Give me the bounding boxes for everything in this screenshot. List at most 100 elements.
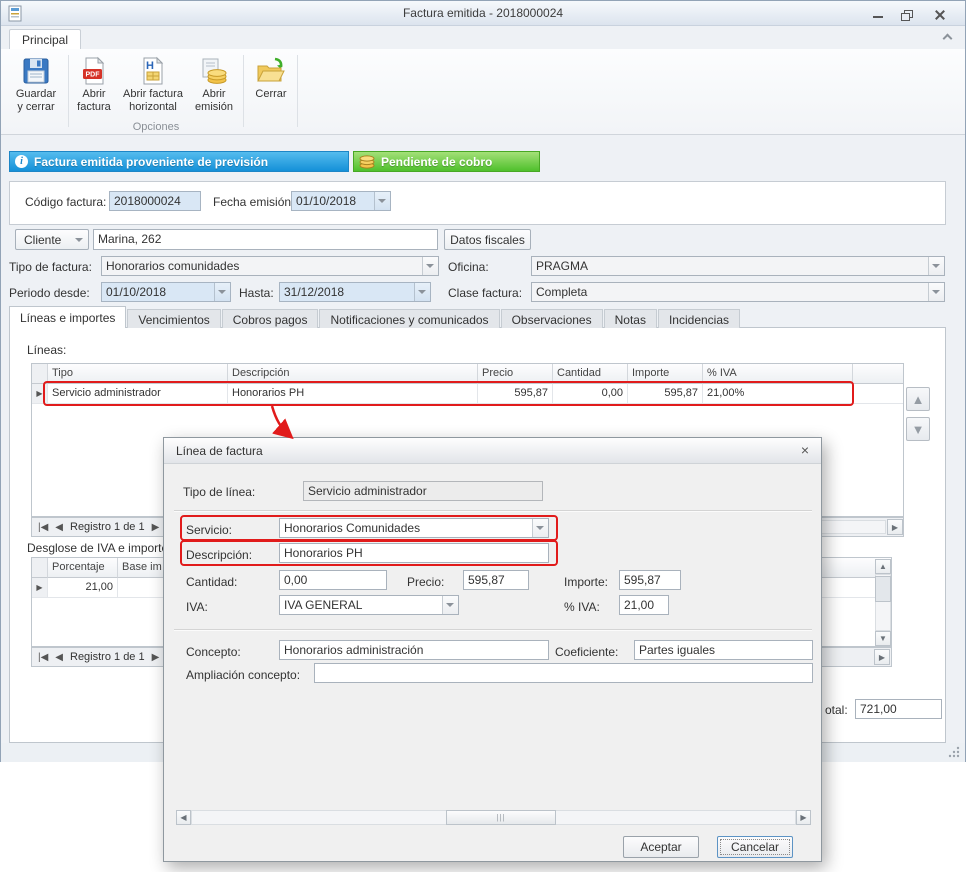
abrir-factura-button[interactable]: PDF Abrir factura [71, 53, 117, 125]
column-header[interactable]: Descripción [228, 364, 478, 384]
datos-fiscales-button[interactable]: Datos fiscales [444, 229, 531, 250]
tab-incidencias[interactable]: Incidencias [658, 309, 740, 328]
column-header[interactable]: Porcentaje [48, 558, 118, 578]
cliente-field[interactable]: Marina, 262 [93, 229, 438, 250]
dropdown-zone[interactable] [928, 257, 944, 275]
iva-field[interactable]: IVA GENERAL [279, 595, 459, 615]
cliente-split-button[interactable]: Cliente [15, 229, 89, 250]
concepto-field[interactable]: Honorarios administración [279, 640, 549, 660]
move-row-down-button[interactable]: ▼ [906, 417, 930, 441]
record-counter: Registro 1 de 1 [70, 651, 145, 663]
guardar-y-cerrar-button[interactable]: Guardar y cerrar [7, 53, 65, 125]
tab-vencimientos[interactable]: Vencimientos [127, 309, 220, 328]
scroll-down-button[interactable]: ▼ [875, 631, 891, 646]
pct-iva-field[interactable]: 21,00 [619, 595, 669, 615]
descripcion-label: Descripción: [186, 548, 252, 562]
servicio-field[interactable]: Honorarios Comunidades [279, 518, 549, 538]
column-header[interactable]: Importe [628, 364, 703, 384]
nav-first-icon[interactable]: |◀ [38, 522, 48, 533]
importe-total-field[interactable]: 721,00 [855, 699, 942, 719]
scroll-right-button[interactable]: ▶ [796, 810, 811, 825]
cell-descripcion[interactable]: Honorarios PH [228, 384, 478, 404]
dropdown-zone[interactable] [414, 283, 430, 301]
tab-notificaciones[interactable]: Notificaciones y comunicados [319, 309, 499, 328]
cantidad-label: Cantidad: [186, 575, 237, 589]
nav-prev-icon[interactable]: ◀ [55, 522, 63, 533]
cantidad-field[interactable]: 0,00 [279, 570, 387, 590]
ampliacion-concepto-field[interactable] [314, 663, 813, 683]
table-row: ▶ Servicio administrador Honorarios PH 5… [32, 384, 903, 404]
scroll-up-button[interactable]: ▲ [875, 559, 891, 574]
move-row-up-button[interactable]: ▲ [906, 387, 930, 411]
concepto-label: Concepto: [186, 645, 241, 659]
hasta-field[interactable]: 31/12/2018 [279, 282, 431, 302]
tab-notas[interactable]: Notas [604, 309, 657, 328]
oficina-label: Oficina: [448, 260, 489, 274]
cell-importe[interactable]: 595,87 [628, 384, 703, 404]
scroll-right-button[interactable]: ▶ [874, 649, 890, 665]
precio-field[interactable]: 595,87 [463, 570, 529, 590]
dropdown-zone[interactable] [442, 596, 458, 614]
abrir-emision-button[interactable]: Abrir emisión [189, 53, 239, 125]
cerrar-button[interactable]: Cerrar [247, 53, 295, 125]
tab-lineas-e-importes[interactable]: Líneas e importes [9, 306, 126, 328]
column-header[interactable]: Tipo [48, 364, 228, 384]
cell-porcentaje[interactable]: 21,00 [48, 578, 118, 598]
right-arrow-icon: ▶ [892, 523, 898, 532]
tab-observaciones[interactable]: Observaciones [501, 309, 603, 328]
abrir-factura-horizontal-button[interactable]: H Abrir factura horizontal [119, 53, 187, 125]
column-header[interactable]: % IVA [703, 364, 853, 384]
tab-cobros-pagos[interactable]: Cobros pagos [222, 309, 319, 328]
cell-precio[interactable]: 595,87 [478, 384, 553, 404]
descripcion-field[interactable]: Honorarios PH [279, 543, 549, 563]
tipo-factura-field[interactable]: Honorarios comunidades [101, 256, 439, 276]
row-selector-marker[interactable]: ▶ [32, 384, 48, 404]
cell-iva[interactable]: 21,00% [703, 384, 853, 404]
fecha-emision-field[interactable]: 01/10/2018 [291, 191, 391, 211]
row-selector-marker[interactable]: ▶ [32, 578, 48, 598]
cell-tipo[interactable]: Servicio administrador [48, 384, 228, 404]
importe-total-label: otal: [825, 703, 848, 717]
nav-first-icon[interactable]: |◀ [38, 652, 48, 663]
ribbon-tab-principal[interactable]: Principal [9, 29, 81, 50]
coins-icon [199, 56, 229, 86]
dropdown-zone[interactable] [532, 519, 548, 537]
nav-prev-icon[interactable]: ◀ [55, 652, 63, 663]
scroll-right-button[interactable]: ▶ [887, 519, 903, 535]
vertical-scrollbar-thumb[interactable] [875, 576, 891, 602]
codigo-factura-field[interactable]: 2018000024 [109, 191, 201, 211]
save-icon [21, 56, 51, 86]
nav-next-icon[interactable]: ▶ [152, 522, 160, 533]
importe-field[interactable]: 595,87 [619, 570, 681, 590]
minimize-button[interactable] [867, 7, 889, 22]
column-header[interactable]: Cantidad [553, 364, 628, 384]
scroll-left-button[interactable]: ◀ [176, 810, 191, 825]
chevron-down-icon [932, 264, 940, 268]
column-header-filler [853, 364, 903, 384]
close-button[interactable] [929, 7, 951, 22]
coeficiente-field[interactable]: Partes iguales [634, 640, 813, 660]
dropdown-zone[interactable] [374, 192, 390, 210]
lineas-label: Líneas: [27, 343, 66, 357]
horizontal-scrollbar-thumb[interactable]: ||| [446, 810, 556, 825]
collapse-ribbon-icon[interactable] [943, 34, 953, 44]
periodo-desde-label: Periodo desde: [9, 286, 90, 300]
dialog-close-icon[interactable]: × [801, 442, 809, 458]
chevron-down-icon [446, 603, 454, 607]
resize-grip[interactable] [947, 745, 960, 758]
cell-cantidad[interactable]: 0,00 [553, 384, 628, 404]
column-header[interactable]: Precio [478, 364, 553, 384]
dropdown-zone[interactable] [928, 283, 944, 301]
clase-factura-field[interactable]: Completa [531, 282, 945, 302]
coeficiente-label: Coeficiente: [555, 645, 618, 659]
cancelar-button[interactable]: Cancelar [717, 836, 793, 858]
dropdown-zone[interactable] [214, 283, 230, 301]
ribbon-group-caption: Opciones [71, 121, 241, 133]
oficina-field[interactable]: PRAGMA [531, 256, 945, 276]
restore-button[interactable] [897, 7, 919, 22]
ribbon-separator [68, 55, 69, 127]
aceptar-button[interactable]: Aceptar [623, 836, 699, 858]
nav-next-icon[interactable]: ▶ [152, 652, 160, 663]
dropdown-zone[interactable] [422, 257, 438, 275]
periodo-desde-field[interactable]: 01/10/2018 [101, 282, 231, 302]
